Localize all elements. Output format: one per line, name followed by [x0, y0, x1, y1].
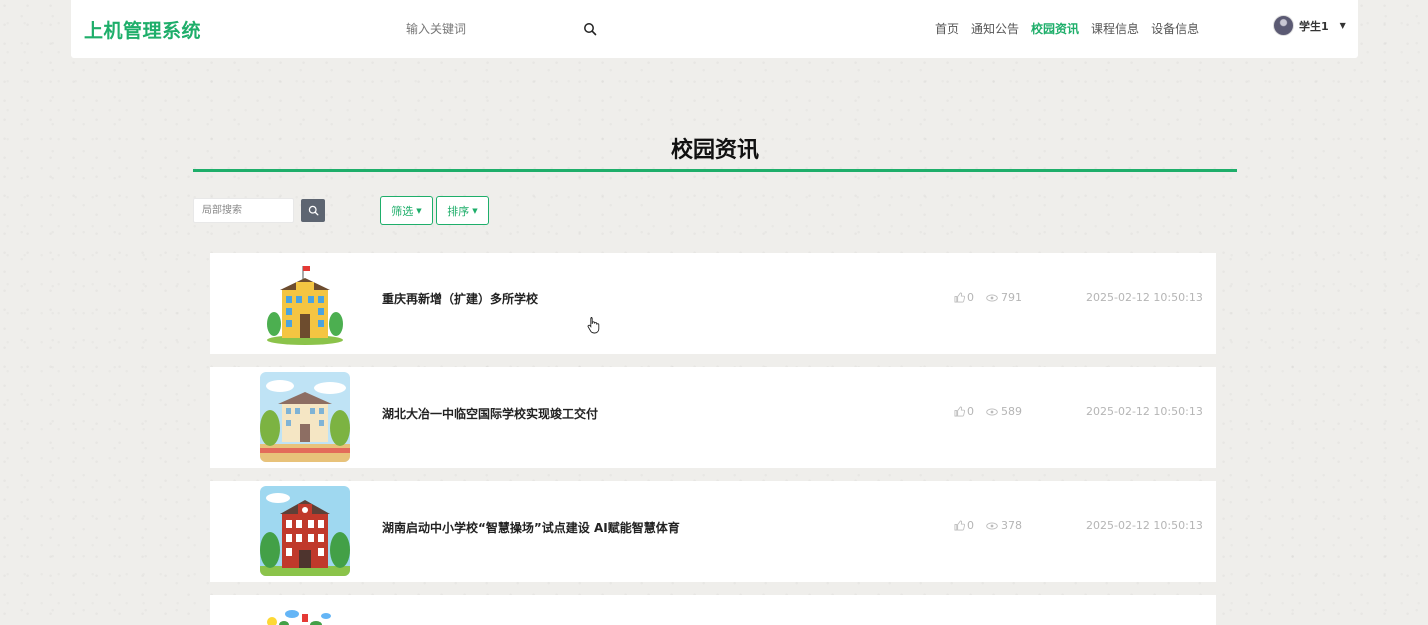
search-icon[interactable] [583, 21, 599, 37]
title-divider [193, 169, 1237, 172]
view-count: 589 [986, 405, 1086, 418]
sort-label: 排序 [447, 204, 470, 218]
main-nav: 首页 通知公告 校园资讯 课程信息 设备信息 [935, 20, 1199, 37]
local-search-input[interactable] [193, 198, 294, 223]
news-date: 2025-02-12 10:50:13 [1086, 519, 1203, 532]
chevron-down-icon: ▼ [472, 206, 478, 215]
page-title: 校园资讯 [670, 138, 759, 163]
news-title[interactable]: 湖南启动中小学校“智慧操场”试点建设 AI赋能智慧体育 [382, 519, 680, 536]
local-search-button[interactable] [301, 199, 325, 222]
news-date: 2025-02-12 10:50:13 [1086, 405, 1203, 418]
like-icon [954, 292, 965, 303]
search-icon [308, 205, 318, 216]
school-building-icon [260, 372, 350, 462]
news-meta: 0 791 2025-02-12 10:50:13 [954, 291, 1203, 304]
chevron-down-icon: ▼ [1339, 21, 1346, 30]
nav-courses[interactable]: 课程信息 [1091, 20, 1139, 37]
app-logo[interactable]: 上机管理系统 [84, 16, 201, 43]
sort-button[interactable]: 排序 ▼ [436, 196, 489, 225]
nav-notices[interactable]: 通知公告 [971, 20, 1019, 37]
nav-home[interactable]: 首页 [935, 20, 959, 37]
view-count: 791 [986, 291, 1086, 304]
nav-devices[interactable]: 设备信息 [1151, 20, 1199, 37]
news-item[interactable]: 重庆再新增（扩建）多所学校 0 791 2025-02-12 10:50:13 [210, 253, 1216, 354]
eye-icon [986, 293, 998, 302]
news-item[interactable]: 湖北大冶一中临空国际学校实现竣工交付 0 589 2025-02-12 10:5… [210, 367, 1216, 468]
top-header: 上机管理系统 首页 通知公告 校园资讯 课程信息 设备信息 学生1 ▼ [71, 0, 1358, 58]
news-thumbnail [260, 600, 350, 625]
hand-cursor-icon [587, 316, 601, 338]
username: 学生1 [1299, 19, 1329, 33]
like-icon [954, 520, 965, 531]
news-item[interactable]: 湖南启动中小学校“智慧操场”试点建设 AI赋能智慧体育 0 378 2025-0… [210, 481, 1216, 582]
nav-campus-news[interactable]: 校园资讯 [1031, 20, 1079, 37]
like-icon [954, 406, 965, 417]
view-count: 378 [986, 519, 1086, 532]
news-title[interactable]: 湖北大冶一中临空国际学校实现竣工交付 [382, 405, 598, 422]
header-search [396, 16, 606, 42]
eye-icon [986, 521, 998, 530]
user-menu[interactable]: 学生1 ▼ [1273, 15, 1346, 36]
like-count[interactable]: 0 [954, 405, 986, 418]
chevron-down-icon: ▼ [416, 206, 422, 215]
filter-button[interactable]: 筛选 ▼ [380, 196, 433, 225]
like-count[interactable]: 0 [954, 291, 986, 304]
filter-label: 筛选 [391, 204, 414, 218]
news-thumbnail [260, 372, 350, 462]
school-building-icon [260, 486, 350, 576]
news-thumbnail [260, 258, 350, 348]
search-input[interactable] [396, 16, 576, 42]
avatar [1273, 15, 1294, 36]
news-date: 2025-02-12 10:50:13 [1086, 291, 1203, 304]
school-building-icon [260, 258, 350, 348]
news-item[interactable] [210, 595, 1216, 625]
like-count[interactable]: 0 [954, 519, 986, 532]
news-meta: 0 589 2025-02-12 10:50:13 [954, 405, 1203, 418]
eye-icon [986, 407, 998, 416]
news-meta: 0 378 2025-02-12 10:50:13 [954, 519, 1203, 532]
news-title[interactable]: 重庆再新增（扩建）多所学校 [382, 290, 538, 307]
news-thumbnail [260, 486, 350, 576]
